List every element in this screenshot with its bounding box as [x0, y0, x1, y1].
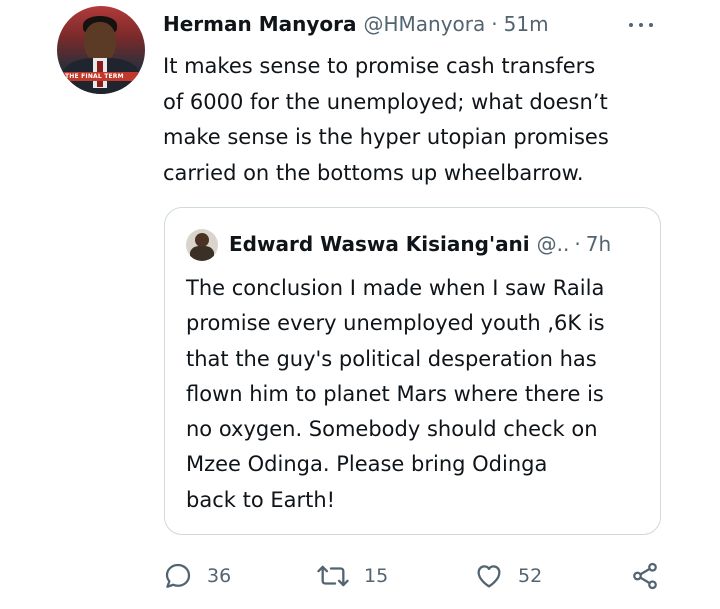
retweet-icon — [317, 565, 349, 587]
quoted-tweet-text: The conclusion I made when I saw Raila p… — [186, 271, 656, 518]
like-button[interactable]: 52 — [474, 558, 542, 594]
like-count: 52 — [518, 565, 543, 587]
tweet-actions-bar: 36 15 52 — [0, 558, 720, 594]
more-dot — [629, 23, 633, 27]
quoted-text-line: promise every unemployed youth ,6K is — [186, 311, 605, 336]
quoted-text-line: Mzee Odinga. Please bring Odinga — [186, 452, 548, 477]
heart-icon — [477, 565, 501, 588]
quoted-author-handle: @.. — [536, 232, 570, 256]
separator-dot: · — [491, 12, 498, 36]
tweet-text-line: of 6000 for the unemployed; what doesn’t — [163, 89, 608, 114]
quoted-text-line: no oxygen. Somebody should check on — [186, 417, 598, 442]
quoted-avatar-body — [190, 246, 214, 261]
author-name[interactable]: Herman Manyora — [163, 12, 356, 36]
tweet-text-line: make sense is the hyper utopian promises — [163, 125, 609, 149]
quoted-tweet[interactable]: Edward Waswa Kisiang'ani @.. · 7h The co… — [164, 207, 661, 535]
quoted-text-line: flown him to planet Mars where there is — [186, 381, 604, 406]
tweet-text-line: carried on the bottoms up wheelbarrow. — [163, 160, 584, 185]
reply-icon — [165, 563, 191, 588]
reply-button[interactable]: 36 — [163, 558, 231, 594]
share-icon — [633, 562, 657, 590]
tweet-text: It makes sense to promise cash transfers… — [163, 49, 663, 191]
share-button[interactable] — [630, 558, 660, 594]
quoted-text-line: back to Earth! — [186, 487, 336, 512]
reply-count: 36 — [207, 565, 232, 587]
more-dot — [649, 23, 653, 27]
tweet-timestamp[interactable]: 51m — [504, 12, 549, 36]
quoted-tweet-header: Edward Waswa Kisiang'ani @.. · 7h — [229, 232, 611, 256]
quoted-timestamp: 7h — [585, 232, 612, 256]
quoted-text-line: The conclusion I made when I saw Raila — [186, 276, 605, 300]
tweet-text-line: It makes sense to promise cash transfers — [163, 54, 596, 78]
avatar-tv-banner: THE FINAL TERM — [57, 72, 145, 81]
quoted-author-name: Edward Waswa Kisiang'ani — [229, 232, 530, 256]
more-dot — [639, 23, 643, 27]
retweet-count: 15 — [364, 565, 389, 587]
separator-dot: · — [574, 232, 581, 256]
author-avatar[interactable]: THE FINAL TERM — [57, 6, 145, 94]
retweet-button[interactable]: 15 — [316, 558, 388, 594]
quoted-author-avatar — [186, 229, 218, 261]
quoted-avatar-head — [195, 233, 209, 247]
tweet-header: Herman Manyora @HManyora · 51m — [163, 12, 549, 38]
quoted-text-line: that the guy's political desperation has — [186, 346, 597, 371]
author-handle[interactable]: @HManyora — [363, 12, 485, 36]
avatar-face — [84, 22, 116, 62]
more-options-icon[interactable] — [621, 14, 661, 36]
